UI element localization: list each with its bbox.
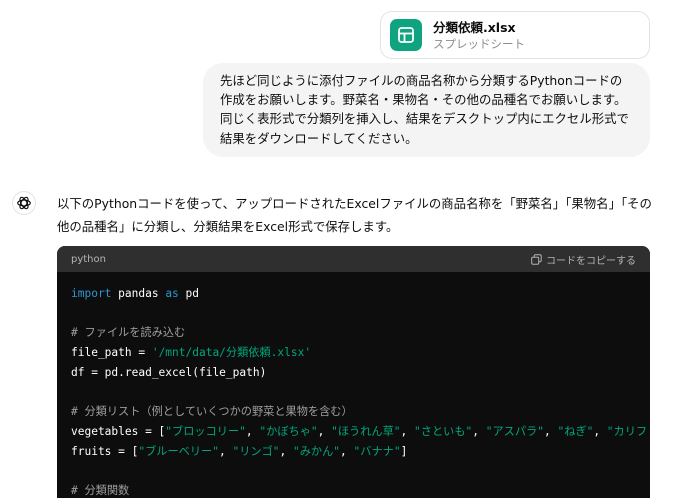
spreadsheet-icon (390, 19, 422, 51)
attachment-card[interactable]: 分類依頼.xlsx スプレッドシート (380, 11, 650, 59)
code-token: as (165, 287, 179, 300)
code-token: pd (178, 287, 200, 300)
code-token: "カリフ (606, 424, 648, 438)
file-meta: 分類依頼.xlsx スプレッドシート (433, 19, 525, 52)
code-token: "ほうれん草" (331, 424, 401, 438)
file-name: 分類依頼.xlsx (433, 19, 516, 35)
copy-icon (531, 253, 542, 265)
code-line: fruits = ["ブルーベリー", "リンゴ", "みかん", "バナナ"] (71, 442, 650, 462)
code-body[interactable]: import pandas as pd # ファイルを読み込む file_path… (57, 272, 650, 498)
copy-code-label: コードをコピーする (546, 255, 636, 267)
code-token: "アスパラ" (485, 424, 544, 438)
code-token: , (400, 424, 415, 438)
code-token: "みかん" (292, 444, 341, 458)
code-token: "リンゴ" (232, 444, 280, 458)
copy-code-button[interactable]: コードをコピーする (531, 252, 636, 267)
code-token: "かぼちゃ" (259, 424, 318, 438)
code-token: pandas (111, 287, 166, 300)
code-token: , (218, 444, 233, 458)
chat-page: 分類依頼.xlsx スプレッドシート 先ほど同じように添付ファイルの商品名称から… (0, 0, 693, 498)
code-token: , (340, 444, 354, 458)
chatgpt-logo-icon (12, 191, 36, 215)
code-token: # 分類関数 (71, 483, 130, 497)
code-line: file_path = '/mnt/data/分類依頼.xlsx' (71, 343, 650, 363)
code-token: '/mnt/data/分類依頼.xlsx' (151, 346, 312, 360)
code-token: , (543, 424, 558, 438)
code-line: # 分類リスト（例としていくつかの野菜と果物を含む） (71, 402, 650, 422)
code-token: , (472, 424, 486, 438)
code-token: df = pd.read_excel(file_path) (71, 365, 267, 379)
code-line: df = pd.read_excel(file_path) (71, 363, 650, 383)
code-header: python コードをコピーする (57, 246, 650, 272)
code-token: fruits = [ (71, 444, 139, 458)
code-token: vegetables = [ (71, 424, 166, 438)
code-block: python コードをコピーする import pandas as pd # フ… (57, 246, 650, 498)
user-message-bubble: 先ほど同じように添付ファイルの商品名称から分類するPythonコードの作成をお願… (203, 63, 650, 157)
code-token: ] (400, 444, 408, 458)
code-token: "ねぎ" (557, 424, 594, 438)
assistant-message-text: 以下のPythonコードを使って、アップロードされたExcelファイルの商品名称… (57, 196, 652, 234)
code-token: , (245, 424, 260, 438)
code-token: "ブロッコリー" (165, 424, 246, 438)
user-message-text: 先ほど同じように添付ファイルの商品名称から分類するPythonコードの作成をお願… (220, 73, 629, 146)
code-token: , (593, 424, 607, 438)
code-language-label: python (71, 253, 106, 265)
file-type: スプレッドシート (433, 36, 525, 51)
code-token: "バナナ" (353, 444, 401, 458)
code-token: file_path = (71, 346, 152, 360)
code-token: # 分類リスト（例としていくつかの野菜と果物を含む） (71, 405, 353, 419)
code-token: "ブルーベリー" (138, 444, 219, 458)
code-token: # ファイルを読み込む (71, 326, 186, 340)
code-line: import pandas as pd (71, 284, 650, 304)
code-token: , (317, 424, 332, 438)
code-line: # ファイルを読み込む (71, 323, 650, 343)
code-line: vegetables = ["ブロッコリー", "かぼちゃ", "ほうれん草",… (71, 422, 650, 442)
code-token: "さといも" (414, 424, 473, 438)
code-line: # 分類関数 (71, 481, 650, 498)
code-token: import (71, 287, 112, 300)
code-token: , (279, 444, 293, 458)
